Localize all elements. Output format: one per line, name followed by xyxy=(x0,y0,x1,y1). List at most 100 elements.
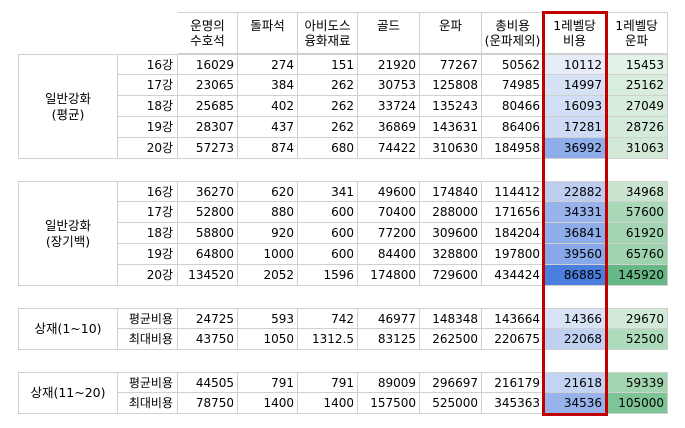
table-cell: 77200 xyxy=(358,223,420,244)
table-cell: 296697 xyxy=(420,372,482,393)
table-cell: 143664 xyxy=(482,308,544,329)
table-cell: 742 xyxy=(298,308,358,329)
table-cell: 729600 xyxy=(420,265,482,286)
table-cell: 86406 xyxy=(482,117,544,138)
table-cell: 74422 xyxy=(358,138,420,159)
table-cell: 22882 xyxy=(544,181,606,202)
table-cell: 262 xyxy=(298,117,358,138)
table-cell: 86885 xyxy=(544,265,606,286)
table-cell: 29670 xyxy=(606,308,668,329)
table-cell: 28307 xyxy=(178,117,238,138)
table-cell: 22068 xyxy=(544,329,606,350)
table-cell: 184204 xyxy=(482,223,544,244)
table-cell: 174840 xyxy=(420,181,482,202)
table-cell: 384 xyxy=(238,75,298,96)
table-cell: 89009 xyxy=(358,372,420,393)
table-cell: 309600 xyxy=(420,223,482,244)
table-cell: 58800 xyxy=(178,223,238,244)
table-cell: 24725 xyxy=(178,308,238,329)
table-cell: 61920 xyxy=(606,223,668,244)
column-header: 1레벨당 운파 xyxy=(606,12,668,54)
table-cell: 84400 xyxy=(358,244,420,265)
table-cell: 145920 xyxy=(606,265,668,286)
table-cell: 791 xyxy=(298,372,358,393)
table-cell: 593 xyxy=(238,308,298,329)
table-cell: 345363 xyxy=(482,393,544,414)
column-header: 아비도스 융화재료 xyxy=(298,12,358,54)
row-level: 18강 xyxy=(118,223,178,244)
table-cell: 50562 xyxy=(482,54,544,75)
table-cell: 434424 xyxy=(482,265,544,286)
table-cell: 43750 xyxy=(178,329,238,350)
table-cell: 57273 xyxy=(178,138,238,159)
table-cell: 274 xyxy=(238,54,298,75)
table-cell: 25685 xyxy=(178,96,238,117)
column-header: 총비용 (운파제외) xyxy=(482,12,544,54)
table-cell: 220675 xyxy=(482,329,544,350)
table-cell: 151 xyxy=(298,54,358,75)
table-cell: 437 xyxy=(238,117,298,138)
table-cell: 262500 xyxy=(420,329,482,350)
table-cell: 78750 xyxy=(178,393,238,414)
table-cell: 36992 xyxy=(544,138,606,159)
table-cell: 34331 xyxy=(544,202,606,223)
table-cell: 874 xyxy=(238,138,298,159)
table-cell: 36270 xyxy=(178,181,238,202)
table-cell: 15453 xyxy=(606,54,668,75)
table-cell: 1400 xyxy=(238,393,298,414)
table-cell: 174800 xyxy=(358,265,420,286)
column-header: 운파 xyxy=(420,12,482,54)
table-cell: 157500 xyxy=(358,393,420,414)
table-cell: 310630 xyxy=(420,138,482,159)
table-cell: 1400 xyxy=(298,393,358,414)
table-cell: 83125 xyxy=(358,329,420,350)
table-cell: 197800 xyxy=(482,244,544,265)
column-header: 돌파석 xyxy=(238,12,298,54)
group-label: 일반강화 (평균) xyxy=(18,54,118,159)
table-cell: 1050 xyxy=(238,329,298,350)
table-cell: 791 xyxy=(238,372,298,393)
row-level: 18강 xyxy=(118,96,178,117)
row-level: 19강 xyxy=(118,244,178,265)
table-cell: 1596 xyxy=(298,265,358,286)
table-cell: 880 xyxy=(238,202,298,223)
column-header: 운명의 수호석 xyxy=(178,12,238,54)
row-level: 19강 xyxy=(118,117,178,138)
table-cell: 33724 xyxy=(358,96,420,117)
row-level: 평균비용 xyxy=(118,308,178,329)
table-cell: 341 xyxy=(298,181,358,202)
group-label: 상재(1~10) xyxy=(18,308,118,350)
table-cell: 14366 xyxy=(544,308,606,329)
table-cell: 52500 xyxy=(606,329,668,350)
table-cell: 49600 xyxy=(358,181,420,202)
table-cell: 80466 xyxy=(482,96,544,117)
table-cell: 25162 xyxy=(606,75,668,96)
row-level: 20강 xyxy=(118,265,178,286)
table-cell: 2052 xyxy=(238,265,298,286)
table-cell: 36841 xyxy=(544,223,606,244)
row-level: 최대비용 xyxy=(118,329,178,350)
table-cell: 21618 xyxy=(544,372,606,393)
table-cell: 21920 xyxy=(358,54,420,75)
table-cell: 65760 xyxy=(606,244,668,265)
table-cell: 70400 xyxy=(358,202,420,223)
table-cell: 36869 xyxy=(358,117,420,138)
header-row: 운명의 수호석 돌파석 아비도스 융화재료 골드 운파 총비용 (운파제외) 1레벨당 비용… xyxy=(18,12,670,54)
table-cell: 134520 xyxy=(178,265,238,286)
group-label: 일반강화 (장기백) xyxy=(18,181,118,286)
table-cell: 52800 xyxy=(178,202,238,223)
table-cell: 64800 xyxy=(178,244,238,265)
table-cell: 1000 xyxy=(238,244,298,265)
row-level: 20강 xyxy=(118,138,178,159)
table-cell: 620 xyxy=(238,181,298,202)
table-cell: 46977 xyxy=(358,308,420,329)
table-cell: 34968 xyxy=(606,181,668,202)
table-cell: 525000 xyxy=(420,393,482,414)
table-cell: 148348 xyxy=(420,308,482,329)
table-cell: 143631 xyxy=(420,117,482,138)
table-cell: 14997 xyxy=(544,75,606,96)
table-cell: 74985 xyxy=(482,75,544,96)
table-cell: 27049 xyxy=(606,96,668,117)
